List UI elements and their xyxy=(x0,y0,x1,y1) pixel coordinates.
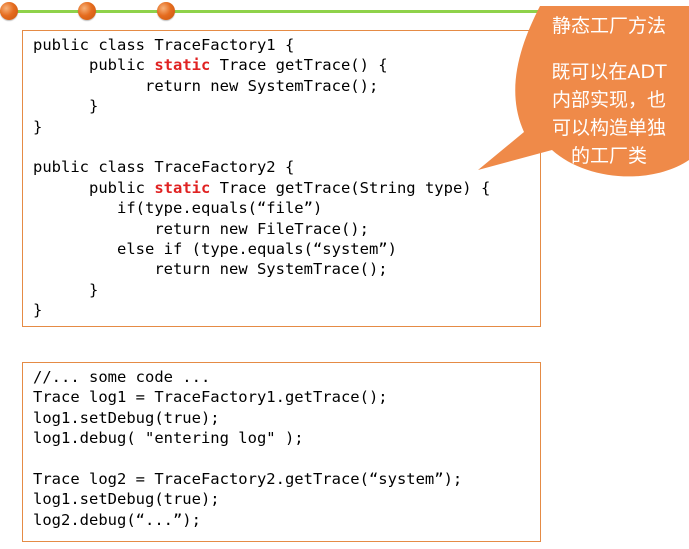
callout-title: 静态工厂方法 xyxy=(551,15,666,37)
code-line: } xyxy=(33,117,540,137)
code-line: log2.debug(“...”); xyxy=(33,510,201,529)
decorative-dot xyxy=(0,2,18,20)
code-keyword-static: static xyxy=(154,56,211,75)
code-line: Trace log1 = TraceFactory1.getTrace(); xyxy=(33,388,388,407)
code-text: else if (type.equals(“system”) xyxy=(117,239,397,258)
callout-body-line: 内部实现，也 xyxy=(551,89,666,111)
code-line: else if (type.equals(“system”) xyxy=(33,239,540,259)
code-text: Trace getTrace(String type) { xyxy=(210,178,491,197)
code-text: } xyxy=(33,117,43,136)
code-text: public class TraceFactory2 { xyxy=(33,158,295,177)
code-line: public static Trace getTrace(String type… xyxy=(33,178,540,198)
code-block-factory-classes: public class TraceFactory1 { public stat… xyxy=(22,30,541,327)
code-line: log1.debug( "entering log" ); xyxy=(33,429,304,448)
code-line: public class TraceFactory2 { xyxy=(33,157,540,177)
code-text: return new SystemTrace(); xyxy=(144,76,379,95)
code-block-usage: //... some code ... Trace log1 = TraceFac… xyxy=(22,362,541,542)
callout-body-line: 可以构造单独 xyxy=(551,117,666,139)
code-text: return new SystemTrace(); xyxy=(154,260,388,279)
code-line: public static Trace getTrace() { xyxy=(33,55,540,75)
code-line: log1.setDebug(true); xyxy=(33,408,220,427)
code-text: Trace getTrace() { xyxy=(210,56,388,75)
code-text: public xyxy=(89,56,155,75)
code-line: //... some code ... xyxy=(33,368,211,386)
code-text: } xyxy=(89,97,99,116)
code-line: log1.setDebug(true); xyxy=(33,490,220,509)
code-line: } xyxy=(33,96,540,116)
code-line: } xyxy=(33,300,540,320)
callout-body-line: 既可以在ADT xyxy=(551,61,667,83)
code-line: public class TraceFactory1 { xyxy=(33,35,540,55)
code-text: return new FileTrace(); xyxy=(154,219,369,238)
decorative-dot xyxy=(78,2,96,20)
code-line: return new FileTrace(); xyxy=(33,219,540,239)
code-text: if(type.equals(“file”) xyxy=(117,199,323,218)
code-line: return new SystemTrace(); xyxy=(33,259,540,279)
code-keyword-static: static xyxy=(154,178,211,197)
callout-body-line: 的工厂类 xyxy=(570,145,647,167)
callout-text: 静态工厂方法 既可以在ADT 内部实现，也 可以构造单独 的工厂类 xyxy=(535,12,683,170)
code-text: public class TraceFactory1 { xyxy=(33,36,295,54)
code-line: } xyxy=(33,280,540,300)
code-line: Trace log2 = TraceFactory2.getTrace(“sys… xyxy=(33,469,463,488)
code-text: public xyxy=(89,178,155,197)
code-line: if(type.equals(“file”) xyxy=(33,198,540,218)
code-line: return new SystemTrace(); xyxy=(33,76,540,96)
code-text: } xyxy=(89,280,99,299)
code-text: } xyxy=(33,301,43,320)
decorative-dot xyxy=(157,2,175,20)
